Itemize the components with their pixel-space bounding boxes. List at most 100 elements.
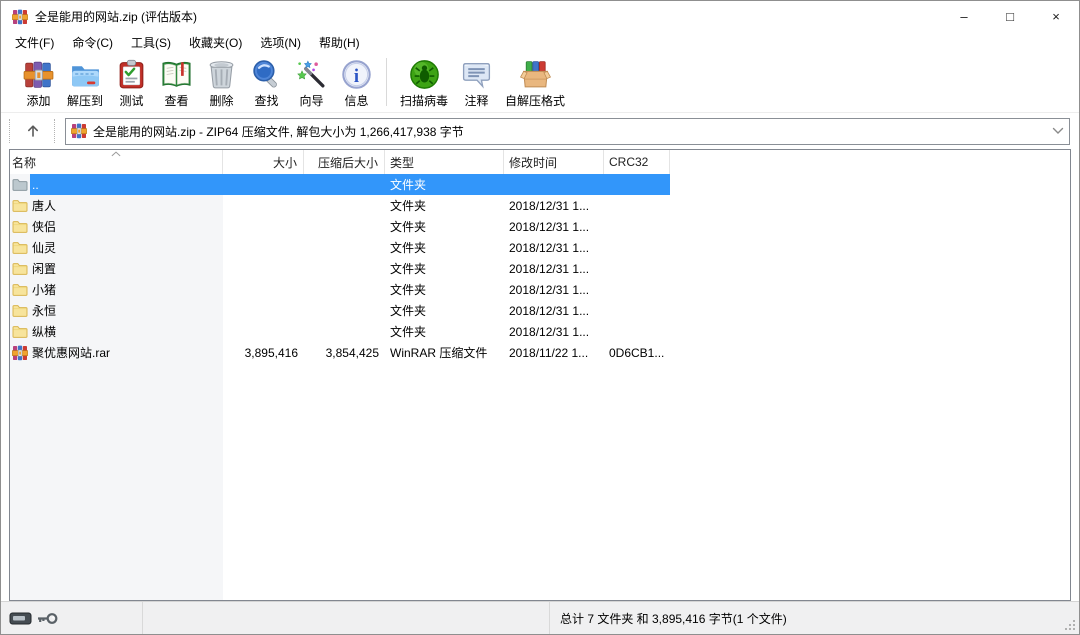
file-modified: 2018/12/31 1...: [504, 262, 604, 276]
drive-icon: [9, 611, 32, 626]
winrar-window: 全是能用的网站.zip (评估版本) – □ × 文件(F)命令(C)工具(S)…: [0, 0, 1080, 635]
svg-text:i: i: [354, 66, 359, 87]
column-header-4[interactable]: 类型: [385, 150, 504, 174]
delete-icon: [205, 58, 238, 91]
wizard-icon: [295, 58, 328, 91]
file-packed-size: 3,854,425: [304, 346, 385, 360]
list-header: 名称 大小压缩后大小类型 修改时间 CRC32: [10, 150, 1070, 174]
file-modified: 2018/12/31 1...: [504, 304, 604, 318]
archive-path-combobox[interactable]: 全是能用的网站.zip - ZIP64 压缩文件, 解包大小为 1,266,41…: [65, 118, 1070, 145]
file-row[interactable]: 聚优惠网站.rar3,895,4163,854,425WinRAR 压缩文件20…: [10, 342, 1070, 363]
delete-button[interactable]: 删除: [200, 56, 243, 109]
toolbar-grip: [9, 119, 14, 143]
add-icon: [22, 58, 55, 91]
menu-item-6[interactable]: 帮助(H): [310, 32, 369, 53]
toolbar-button-label: 向导: [300, 92, 324, 109]
file-type: 文件夹: [385, 218, 504, 235]
winrar-icon: [12, 9, 28, 25]
window-title: 全是能用的网站.zip (评估版本): [35, 8, 941, 25]
winrar-icon: [71, 123, 87, 139]
add-button[interactable]: 添加: [17, 56, 60, 109]
info-icon: i: [340, 58, 373, 91]
find-button[interactable]: 查找: [245, 56, 288, 109]
chevron-down-icon[interactable]: [1047, 119, 1069, 144]
toolbar-button-label: 信息: [345, 92, 369, 109]
column-header-label: 类型: [390, 154, 414, 171]
toolbar-button-label: 扫描病毒: [400, 92, 448, 109]
file-type: 文件夹: [385, 260, 504, 277]
scan-virus-icon: [408, 58, 441, 91]
sfx-button[interactable]: 自解压格式: [500, 56, 570, 109]
file-row[interactable]: 闲置文件夹2018/12/31 1...: [10, 258, 1070, 279]
extract-button[interactable]: 解压到: [62, 56, 108, 109]
file-row[interactable]: 永恒文件夹2018/12/31 1...: [10, 300, 1070, 321]
column-header-1[interactable]: 名称: [10, 150, 223, 174]
up-one-level-button[interactable]: [18, 118, 48, 144]
title-bar: 全是能用的网站.zip (评估版本) – □ ×: [1, 1, 1079, 32]
archive-path-text: 全是能用的网站.zip - ZIP64 压缩文件, 解包大小为 1,266,41…: [93, 123, 1047, 140]
winrar-icon: [12, 345, 28, 361]
test-icon: [115, 58, 148, 91]
toolbar-button-label: 测试: [120, 92, 144, 109]
file-type: 文件夹: [385, 302, 504, 319]
file-modified: 2018/12/31 1...: [504, 325, 604, 339]
resize-grip[interactable]: [1064, 619, 1077, 632]
menu-item-1[interactable]: 文件(F): [6, 32, 63, 53]
toolbar-button-label: 注释: [465, 92, 489, 109]
file-row[interactable]: 侠侣 文件夹2018/12/31 1...: [10, 216, 1070, 237]
close-button[interactable]: ×: [1033, 1, 1079, 32]
status-bar: 总计 7 文件夹 和 3,895,416 字节(1 个文件): [1, 601, 1079, 634]
toolbar-button-label: 解压到: [67, 92, 103, 109]
find-icon: [250, 58, 283, 91]
column-header-6[interactable]: CRC32: [604, 150, 670, 174]
scan-virus-button[interactable]: 扫描病毒: [395, 56, 453, 109]
column-header-3[interactable]: 压缩后大小: [304, 150, 385, 174]
sfx-icon: [519, 58, 552, 91]
file-name: ..: [32, 178, 39, 192]
file-row[interactable]: 唐人文件夹2018/12/31 1...: [10, 195, 1070, 216]
file-name: 小猪: [32, 281, 56, 298]
folder-icon: [12, 261, 28, 277]
info-button[interactable]: i 信息: [335, 56, 378, 109]
toolbar-button-label: 添加: [26, 92, 50, 109]
folder-icon: [12, 240, 28, 256]
toolbar: 添加解压到测试 查看删除查找 向导 i 信息 扫描病毒注释自解压格式: [1, 53, 1079, 113]
folder-icon: [12, 324, 28, 340]
wizard-button[interactable]: 向导: [290, 56, 333, 109]
file-name: 聚优惠网站.rar: [32, 344, 110, 361]
menu-item-5[interactable]: 选项(N): [251, 32, 310, 53]
file-type: 文件夹: [385, 197, 504, 214]
file-modified: 2018/12/31 1...: [504, 220, 604, 234]
folder-icon: [12, 198, 28, 214]
toolbar-button-label: 查看: [165, 92, 189, 109]
menu-item-2[interactable]: 命令(C): [63, 32, 122, 53]
column-header-label: 名称: [12, 154, 36, 171]
file-type: WinRAR 压缩文件: [385, 344, 504, 361]
sort-asc-icon: [111, 151, 122, 157]
minimize-button[interactable]: –: [941, 1, 987, 32]
file-row[interactable]: 纵横文件夹2018/12/31 1...: [10, 321, 1070, 342]
file-row[interactable]: 小猪文件夹2018/12/31 1...: [10, 279, 1070, 300]
view-button[interactable]: 查看: [155, 56, 198, 109]
file-name: 侠侣: [32, 218, 56, 235]
extract-icon: [69, 58, 102, 91]
view-icon: [160, 58, 193, 91]
column-header-label: 修改时间: [509, 154, 557, 171]
toolbar-button-label: 查找: [255, 92, 279, 109]
file-size: 3,895,416: [223, 346, 304, 360]
file-row[interactable]: 仙灵文件夹2018/12/31 1...: [10, 237, 1070, 258]
column-header-5[interactable]: 修改时间: [504, 150, 604, 174]
column-header-2[interactable]: 大小: [223, 150, 304, 174]
maximize-button[interactable]: □: [987, 1, 1033, 32]
comment-button[interactable]: 注释: [455, 56, 498, 109]
folder-up-icon: [12, 177, 28, 193]
status-middle-section: [143, 602, 550, 634]
menu-item-3[interactable]: 工具(S): [122, 32, 180, 53]
toolbar-separator: [386, 58, 387, 106]
comment-icon: [460, 58, 493, 91]
file-row[interactable]: ..文件夹: [10, 174, 1070, 195]
file-crc: 0D6CB1...: [604, 346, 670, 360]
test-button[interactable]: 测试: [110, 56, 153, 109]
menu-item-4[interactable]: 收藏夹(O): [180, 32, 251, 53]
file-type: 文件夹: [385, 323, 504, 340]
